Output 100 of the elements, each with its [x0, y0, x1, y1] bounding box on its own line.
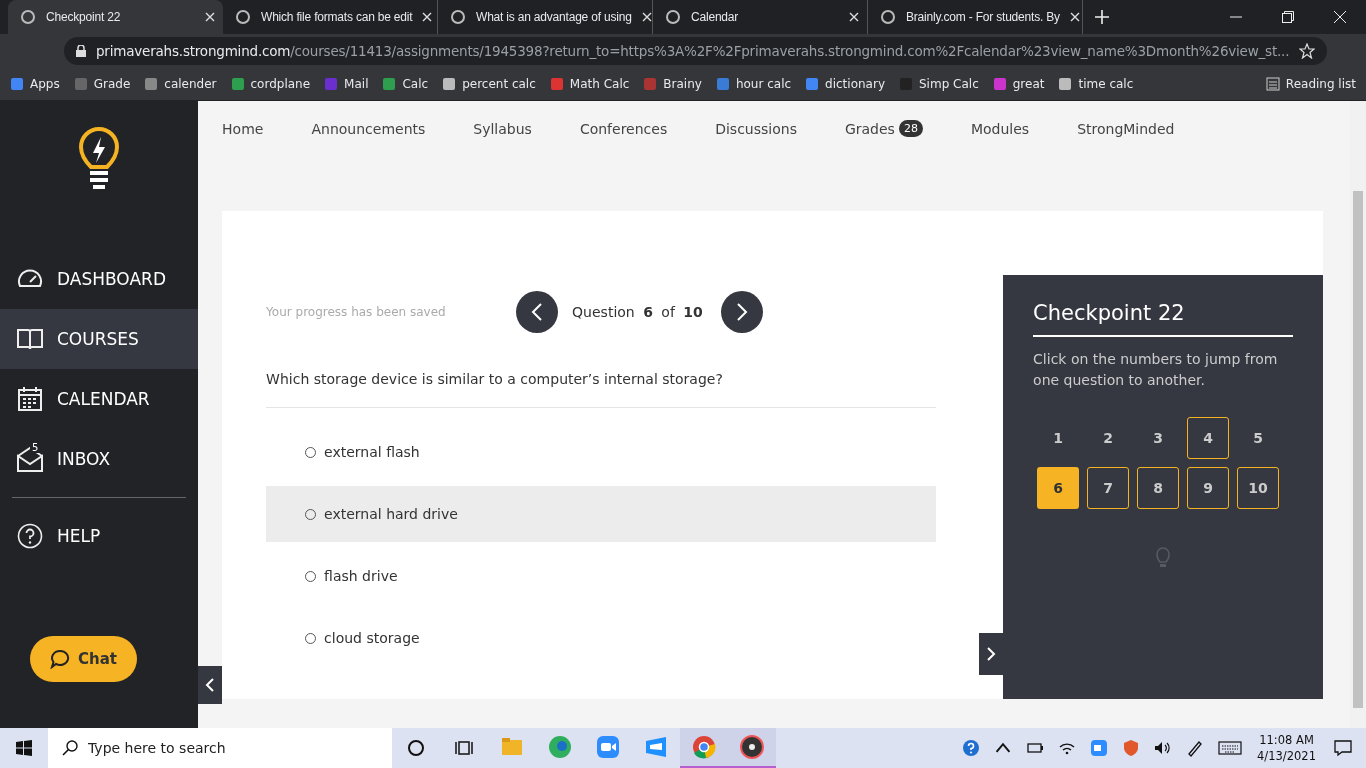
- question-number[interactable]: 8: [1137, 467, 1180, 509]
- sidebar-item[interactable]: CALENDAR: [0, 369, 199, 429]
- clock-date[interactable]: 4/13/2021: [1257, 748, 1316, 764]
- site-icon: [235, 9, 251, 25]
- lightbulb-logo: [79, 127, 120, 189]
- address-field[interactable]: primaverahs.strongmind.com/courses/11413/assignments/1945398?return_to=https%3A%2F%2Fprimaverahs.strongmind.com%2Fcalendar%23view_name%3Dmonth%26view_st...: [64, 37, 1328, 65]
- bookmark-icon: [1058, 77, 1073, 91]
- question-number[interactable]: 9: [1187, 467, 1230, 509]
- bookmark[interactable]: Math Calc: [549, 77, 630, 91]
- zoom-app-icon: [596, 735, 620, 759]
- taskbar-search-field[interactable]: Type here to search: [48, 728, 392, 768]
- bookmark[interactable]: hour calc: [715, 77, 792, 91]
- url-text: primaverahs.strongmind.com/courses/11413/assignments/1945398?return_to=https%3A%2F%2Fprimaverahs.strongmind.com%2Fcalendar%23view_name%3Dmonth%26view_st...: [96, 43, 1290, 59]
- restore-icon[interactable]: [1282, 11, 1294, 23]
- panel-title: Checkpoint 22: [1033, 301, 1294, 337]
- keyboard-icon[interactable]: [1218, 739, 1243, 757]
- camera-icon[interactable]: [1090, 739, 1109, 757]
- course-nav-link[interactable]: Syllabus: [473, 120, 532, 137]
- previous-button[interactable]: [516, 291, 559, 333]
- site-icon: [450, 9, 466, 25]
- close-icon[interactable]: [641, 12, 652, 22]
- bookmark[interactable]: time calc: [1058, 77, 1134, 91]
- bookmark-icon: [643, 77, 658, 91]
- sidebar-item[interactable]: COURSES: [0, 309, 199, 369]
- question-number[interactable]: 4: [1187, 417, 1230, 459]
- close-icon[interactable]: [1334, 11, 1346, 23]
- help-icon[interactable]: [962, 739, 981, 757]
- bookmark[interactable]: Brainy: [643, 77, 702, 91]
- close-icon[interactable]: [1069, 12, 1080, 22]
- bookmark[interactable]: dictionary: [805, 77, 885, 91]
- question-number[interactable]: 7: [1087, 467, 1130, 509]
- bookmark-icon: [992, 77, 1007, 91]
- count-badge: 28: [898, 120, 923, 137]
- bookmark[interactable]: Mail: [324, 77, 369, 91]
- answer-option[interactable]: flash drive: [266, 548, 937, 604]
- answer-option[interactable]: cloud storage: [266, 610, 937, 666]
- chat-button[interactable]: Chat: [30, 636, 137, 682]
- bookmark[interactable]: Calc: [382, 77, 429, 91]
- question-number[interactable]: 6: [1037, 467, 1080, 509]
- answer-option[interactable]: external flash: [266, 424, 937, 480]
- bookmark-icon: [73, 77, 88, 91]
- reading-list-icon: [1265, 77, 1280, 91]
- close-icon[interactable]: [422, 12, 433, 22]
- chevron-left-icon: [205, 677, 216, 693]
- course-nav-link[interactable]: Home: [222, 120, 264, 137]
- windows-start-icon[interactable]: [16, 740, 32, 756]
- bookmark[interactable]: Apps: [10, 77, 60, 91]
- cortana-icon[interactable]: [407, 739, 425, 757]
- clock-time[interactable]: 11:08 AM: [1259, 732, 1314, 748]
- help-icon: [17, 523, 43, 549]
- course-nav-link[interactable]: Modules: [970, 120, 1030, 137]
- question-number[interactable]: 5: [1237, 417, 1280, 459]
- question-number[interactable]: 3: [1137, 417, 1180, 459]
- star-icon[interactable]: [1299, 43, 1316, 59]
- shield-icon[interactable]: [1122, 739, 1141, 757]
- course-nav-link[interactable]: Discussions: [715, 120, 797, 137]
- close-icon[interactable]: [849, 12, 859, 22]
- bookmark-icon: [715, 77, 730, 91]
- next-button[interactable]: [720, 291, 763, 333]
- question-number[interactable]: 10: [1237, 467, 1280, 509]
- question-counter: Question 6 of 10: [572, 304, 704, 320]
- site-icon: [880, 9, 896, 25]
- reading-list-button[interactable]: Reading list: [1265, 77, 1356, 91]
- close-icon[interactable]: [205, 12, 215, 22]
- taskbar-app[interactable]: [728, 728, 776, 768]
- notification-icon[interactable]: [1334, 739, 1352, 757]
- site-icon: [20, 9, 36, 25]
- saved-note: Your progress has been saved: [266, 304, 447, 320]
- browser-tab[interactable]: Checkpoint 22: [8, 0, 223, 34]
- bookmark-icon: [805, 77, 820, 91]
- course-nav-link[interactable]: Grades 28: [844, 120, 923, 137]
- chevron-left-icon: [531, 302, 544, 322]
- sidebar-item[interactable]: 5 INBOX: [0, 429, 199, 489]
- scrollbar[interactable]: [1350, 101, 1366, 728]
- bookmark[interactable]: Simp Calc: [899, 77, 979, 91]
- chrome-app-icon: [692, 735, 716, 759]
- edge-app-icon: [548, 735, 572, 759]
- bookmark[interactable]: great: [992, 77, 1045, 91]
- bookmark[interactable]: Grade: [73, 77, 131, 91]
- answer-option[interactable]: external hard drive: [266, 486, 937, 542]
- bookmark-icon: [382, 77, 397, 91]
- bookmark-icon: [324, 77, 339, 91]
- bookmark-icon: [899, 77, 913, 91]
- course-nav-link[interactable]: StrongMinded: [1077, 120, 1175, 137]
- course-nav-link[interactable]: Announcements: [311, 120, 426, 137]
- question-number[interactable]: 2: [1087, 417, 1130, 459]
- new-tab-icon[interactable]: [1095, 10, 1109, 24]
- sidebar-item[interactable]: DASHBOARD: [0, 249, 199, 309]
- bookmark[interactable]: calender: [144, 77, 217, 91]
- bookmark[interactable]: percent calc: [442, 77, 536, 91]
- bookmark[interactable]: cordplane: [230, 77, 311, 91]
- task-view-icon[interactable]: [455, 739, 473, 757]
- collapse-sidebar-button[interactable]: [198, 666, 223, 704]
- bookmark-icon: [144, 77, 159, 91]
- course-nav-link[interactable]: Conferences: [579, 120, 668, 137]
- book-icon: [17, 326, 43, 352]
- expand-panel-button[interactable]: [979, 633, 1004, 675]
- question-number[interactable]: 1: [1037, 417, 1080, 459]
- sidebar-item[interactable]: HELP: [0, 506, 199, 566]
- search-icon: [62, 740, 78, 756]
